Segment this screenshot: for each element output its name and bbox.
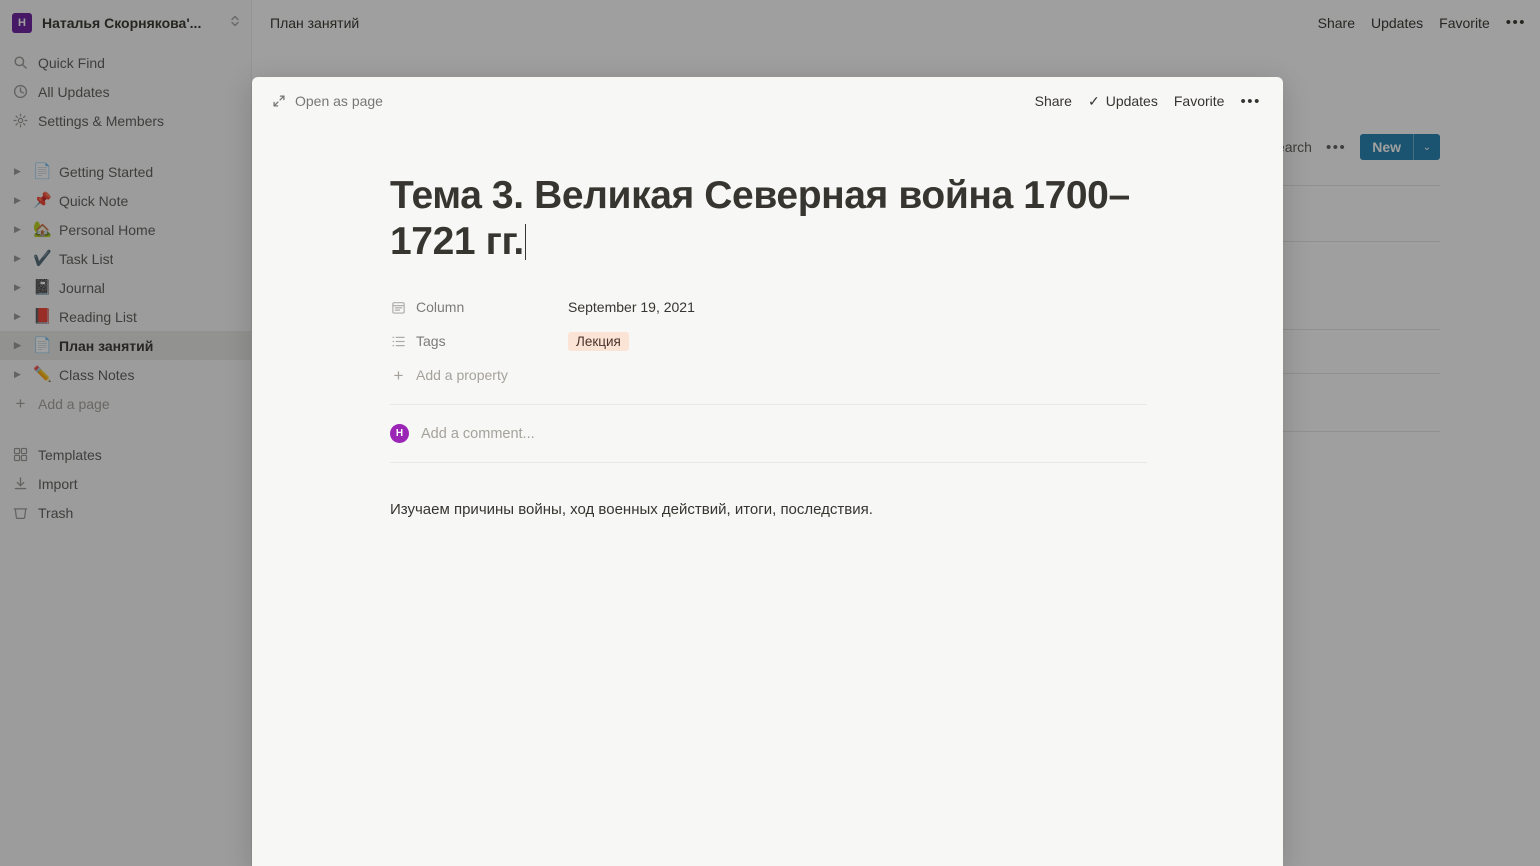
plus-icon: + [393,365,404,385]
open-as-page-button[interactable]: Open as page [272,93,383,109]
property-value-tags[interactable]: Лекция [568,331,629,351]
page-document: Тема 3. Великая Северная война 1700–1721… [390,173,1147,522]
page-peek-modal: Open as page Share ✓ Updates Favorite ••… [252,77,1283,866]
page-body-text[interactable]: Изучаем причины войны, ход военных дейст… [390,499,1147,522]
open-as-page-label: Open as page [295,93,383,109]
property-label: Tags [416,333,446,350]
check-icon: ✓ [1087,92,1100,109]
property-label: Column [416,299,465,316]
modal-favorite-button[interactable]: Favorite [1174,93,1225,109]
tag-badge[interactable]: Лекция [568,331,629,351]
screen: H Наталья Скорнякова'... Quick Find All … [0,0,1540,866]
property-row-column[interactable]: Column September 19, 2021 [390,290,1147,324]
modal-body: Тема 3. Великая Северная война 1700–1721… [252,125,1283,522]
modal-actions: Share ✓ Updates Favorite ••• [1035,93,1261,110]
modal-more-options-icon[interactable]: ••• [1240,93,1261,110]
comment-input-placeholder[interactable]: Add a comment... [421,426,535,442]
avatar: H [390,424,409,444]
modal-share-button[interactable]: Share [1035,93,1072,109]
modal-share-label: Share [1034,93,1072,109]
add-comment-row[interactable]: H Add a comment... [390,405,1147,464]
property-name-tags[interactable]: Tags [390,333,568,350]
list-icon [390,333,407,350]
comment-section: H Add a comment... [390,404,1147,464]
modal-favorite-label: Favorite [1173,93,1225,109]
text-cursor [524,223,527,260]
page-title-text: Тема 3. Великая Северная война 1700–1721… [390,174,1130,263]
property-row-tags[interactable]: Tags Лекция [390,324,1147,358]
page-properties: Column September 19, 2021 Tags Лекция + … [390,290,1147,392]
calendar-icon [390,299,407,316]
page-title[interactable]: Тема 3. Великая Северная война 1700–1721… [390,173,1147,264]
modal-updates-button[interactable]: ✓ Updates [1088,93,1158,110]
add-a-property-label: Add a property [416,367,508,384]
modal-toolbar: Open as page Share ✓ Updates Favorite ••… [252,77,1283,125]
modal-updates-label: Updates [1105,93,1158,109]
expand-diagonal-icon [272,94,286,108]
property-name-column[interactable]: Column [390,299,568,316]
add-a-property-button[interactable]: + Add a property [390,358,1147,392]
property-value-date[interactable]: September 19, 2021 [568,299,695,315]
